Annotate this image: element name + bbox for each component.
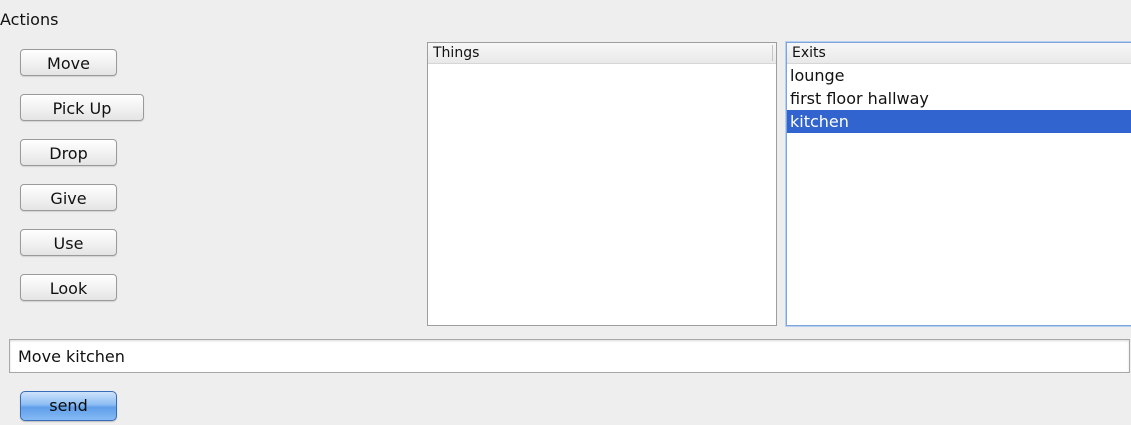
actions-title: Actions [0, 10, 59, 29]
send-button[interactable]: send [20, 391, 117, 421]
exits-header-label: Exits [792, 45, 826, 61]
things-header-label: Things [433, 45, 480, 61]
exits-list-header[interactable]: Exits [787, 43, 1131, 64]
things-list[interactable]: Things [427, 42, 777, 326]
exits-list[interactable]: Exits lounge first floor hallway kitchen [786, 42, 1131, 326]
drop-button[interactable]: Drop [20, 139, 117, 166]
exit-item-kitchen[interactable]: kitchen [787, 110, 1131, 133]
command-input[interactable] [9, 339, 1130, 373]
exit-item-first-floor-hallway[interactable]: first floor hallway [787, 87, 1131, 110]
look-button[interactable]: Look [20, 274, 117, 301]
move-button[interactable]: Move [20, 49, 117, 76]
column-separator [772, 45, 773, 61]
things-list-header[interactable]: Things [428, 43, 776, 64]
exit-item-lounge[interactable]: lounge [787, 64, 1131, 87]
give-button[interactable]: Give [20, 184, 117, 211]
use-button[interactable]: Use [20, 229, 117, 256]
pick-up-button[interactable]: Pick Up [20, 94, 144, 121]
